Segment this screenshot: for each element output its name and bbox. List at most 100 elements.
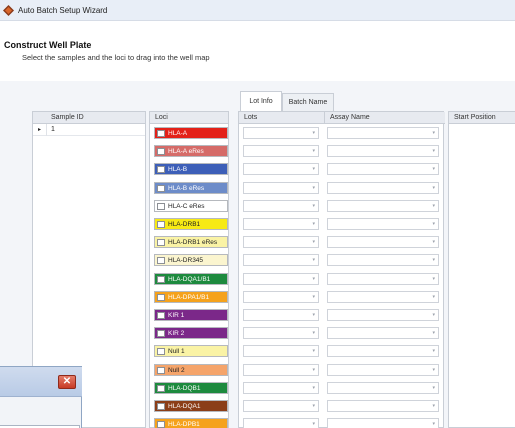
close-icon[interactable]: ✕: [58, 375, 76, 389]
locus-checkbox[interactable]: [157, 184, 165, 192]
lot-dropdown[interactable]: ▾: [243, 400, 319, 412]
chevron-down-icon: ▾: [432, 384, 435, 391]
dialog-title-bar: ✕: [0, 367, 82, 397]
chevron-down-icon: ▾: [432, 202, 435, 209]
chevron-down-icon: ▾: [312, 148, 315, 155]
locus-item[interactable]: HLA-DQA1/B1: [154, 272, 228, 285]
assay-dropdown[interactable]: ▾: [327, 199, 439, 212]
locus-item[interactable]: HLA-C eRes: [154, 199, 228, 212]
lot-dropdown[interactable]: ▾: [243, 127, 319, 139]
lot-dropdown[interactable]: ▾: [243, 363, 319, 376]
chevron-down-icon: ▾: [312, 221, 315, 227]
locus-checkbox[interactable]: [157, 239, 165, 247]
chevron-down-icon: ▾: [312, 184, 315, 191]
lot-dropdown[interactable]: ▾: [243, 254, 319, 267]
lot-dropdown[interactable]: ▾: [243, 327, 319, 340]
loci-column-header: Loci: [150, 112, 228, 124]
locus-item[interactable]: Null 1: [154, 345, 228, 358]
chevron-down-icon: ▾: [432, 293, 435, 300]
locus-checkbox[interactable]: [157, 312, 165, 319]
lot-dropdown[interactable]: ▾: [243, 381, 319, 394]
lot-dropdown[interactable]: ▾: [243, 236, 319, 249]
lot-dropdown[interactable]: ▾: [243, 272, 319, 285]
assay-dropdown[interactable]: ▾: [327, 290, 439, 303]
locus-checkbox[interactable]: [157, 130, 165, 137]
locus-checkbox[interactable]: [157, 384, 165, 392]
locus-checkbox[interactable]: [157, 348, 165, 356]
locus-item[interactable]: HLA-A: [154, 127, 228, 139]
chevron-down-icon: ▾: [432, 130, 435, 136]
assay-dropdown[interactable]: ▾: [327, 127, 439, 139]
lot-dropdown[interactable]: ▾: [243, 199, 319, 212]
chevron-down-icon: ▾: [432, 421, 435, 428]
assay-dropdown[interactable]: ▾: [327, 345, 439, 358]
locus-checkbox[interactable]: [157, 330, 165, 338]
sample-id-cell[interactable]: 1: [51, 124, 55, 136]
lot-dropdown[interactable]: ▾: [243, 181, 319, 194]
locus-checkbox[interactable]: [157, 403, 165, 410]
assay-dropdown[interactable]: ▾: [327, 254, 439, 267]
locus-item[interactable]: HLA-B eRes: [154, 181, 228, 194]
tab-lot-info[interactable]: Lot Info: [240, 91, 282, 111]
locus-checkbox[interactable]: [157, 366, 165, 374]
chevron-down-icon: ▾: [312, 130, 315, 136]
chevron-down-icon: ▾: [312, 403, 315, 409]
assay-dropdown[interactable]: ▾: [327, 309, 439, 321]
locus-checkbox[interactable]: [157, 221, 165, 228]
locus-item[interactable]: HLA-DRB1: [154, 218, 228, 230]
chevron-down-icon: ▾: [312, 275, 315, 282]
lot-dropdown[interactable]: ▾: [243, 145, 319, 158]
locus-label: HLA-DQB1: [168, 384, 201, 392]
locus-checkbox[interactable]: [157, 275, 165, 283]
page-subtitle: Select the samples and the loci to drag …: [22, 53, 210, 62]
locus-item[interactable]: HLA-DRB1 eRes: [154, 236, 228, 249]
table-row[interactable]: ▸ 1: [33, 124, 145, 136]
locus-label: HLA-B eRes: [168, 184, 205, 192]
lot-dropdown[interactable]: ▾: [243, 163, 319, 176]
assay-dropdown[interactable]: ▾: [327, 381, 439, 394]
locus-item[interactable]: HLA-DPA1/B1: [154, 290, 228, 303]
locus-checkbox[interactable]: [157, 421, 165, 428]
chevron-down-icon: ▾: [432, 403, 435, 409]
locus-checkbox[interactable]: [157, 257, 165, 265]
lot-dropdown[interactable]: ▾: [243, 218, 319, 230]
locus-checkbox[interactable]: [157, 293, 165, 301]
assay-dropdown[interactable]: ▾: [327, 418, 439, 428]
assay-dropdown[interactable]: ▾: [327, 163, 439, 176]
assay-dropdown[interactable]: ▾: [327, 327, 439, 340]
locus-label: HLA-DPB1: [168, 421, 200, 428]
lot-dropdown[interactable]: ▾: [243, 345, 319, 358]
loci-list: Loci HLA-A HLA-A eRes HLA-B HLA-B eRes HLA-C…: [149, 111, 229, 428]
chevron-down-icon: ▾: [312, 348, 315, 355]
assay-dropdown[interactable]: ▾: [327, 363, 439, 376]
sample-id-column-header[interactable]: Sample ID: [33, 112, 145, 124]
locus-item[interactable]: KIR 1: [154, 309, 228, 321]
assay-dropdown[interactable]: ▾: [327, 272, 439, 285]
locus-item[interactable]: HLA-A eRes: [154, 145, 228, 158]
assay-dropdown[interactable]: ▾: [327, 145, 439, 158]
chevron-down-icon: ▾: [432, 348, 435, 355]
assay-dropdown[interactable]: ▾: [327, 400, 439, 412]
tab-batch-name[interactable]: Batch Name: [282, 93, 334, 111]
locus-item[interactable]: HLA-DQB1: [154, 381, 228, 394]
locus-item[interactable]: HLA-DQA1: [154, 400, 228, 412]
assay-dropdown[interactable]: ▾: [327, 181, 439, 194]
locus-item[interactable]: KIR 2: [154, 327, 228, 340]
locus-item[interactable]: HLA-B: [154, 163, 228, 176]
chevron-down-icon: ▾: [432, 366, 435, 373]
locus-label: HLA-DR345: [168, 257, 204, 265]
locus-checkbox[interactable]: [157, 202, 165, 210]
locus-checkbox[interactable]: [157, 148, 165, 156]
locus-item[interactable]: Null 2: [154, 363, 228, 376]
locus-item[interactable]: HLA-DR345: [154, 254, 228, 267]
locus-item[interactable]: HLA-DPB1: [154, 418, 228, 428]
lot-dropdown[interactable]: ▾: [243, 290, 319, 303]
lot-dropdown[interactable]: ▾: [243, 309, 319, 321]
locus-label: HLA-DPA1/B1: [168, 293, 210, 301]
assay-dropdown[interactable]: ▾: [327, 236, 439, 249]
lot-dropdown[interactable]: ▾: [243, 418, 319, 428]
locus-checkbox[interactable]: [157, 166, 165, 174]
start-position-column-header: Start Position: [449, 112, 515, 124]
assay-dropdown[interactable]: ▾: [327, 218, 439, 230]
chevron-down-icon: ▾: [432, 275, 435, 282]
